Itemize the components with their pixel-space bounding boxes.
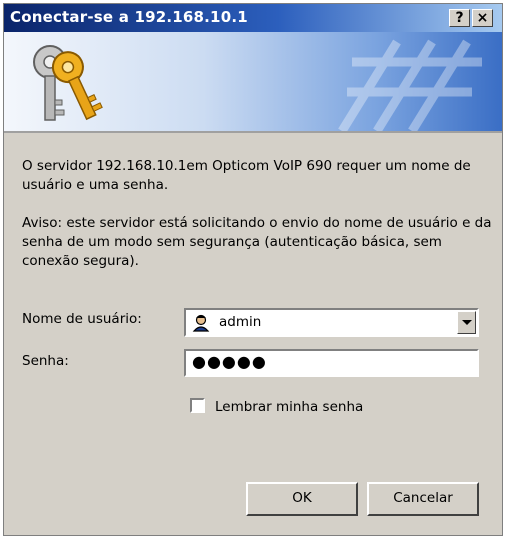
username-label: Nome de usuário:	[22, 311, 142, 327]
login-dialog: Conectar-se a 192.168.10.1 ? × O servido…	[3, 3, 503, 536]
user-icon	[192, 314, 210, 332]
password-value: ●●●●●	[192, 352, 267, 371]
banner-divider	[4, 131, 502, 133]
close-button[interactable]: ×	[472, 9, 493, 27]
banner	[4, 32, 502, 131]
server-info-text: O servidor 192.168.10.1em Opticom VoIP 6…	[22, 158, 471, 193]
ok-button[interactable]: OK	[246, 482, 358, 516]
remember-password-label[interactable]: Lembrar minha senha	[215, 399, 363, 415]
title-bar[interactable]: Conectar-se a 192.168.10.1 ? ×	[4, 4, 502, 32]
help-button[interactable]: ?	[449, 9, 470, 27]
password-field[interactable]: ●●●●●	[184, 349, 479, 377]
password-label: Senha:	[22, 353, 69, 369]
dialog-title: Conectar-se a 192.168.10.1	[10, 8, 248, 26]
remember-password-checkbox[interactable]	[190, 398, 205, 413]
security-warning-text: Aviso: este servidor está solicitando o …	[22, 215, 492, 269]
username-combobox[interactable]: admin	[184, 308, 479, 337]
cancel-button[interactable]: Cancelar	[367, 482, 479, 516]
chevron-down-icon[interactable]	[457, 311, 476, 334]
keys-icon	[33, 45, 103, 121]
username-value: admin	[219, 314, 262, 330]
banner-keys-watermark-icon	[338, 39, 482, 131]
